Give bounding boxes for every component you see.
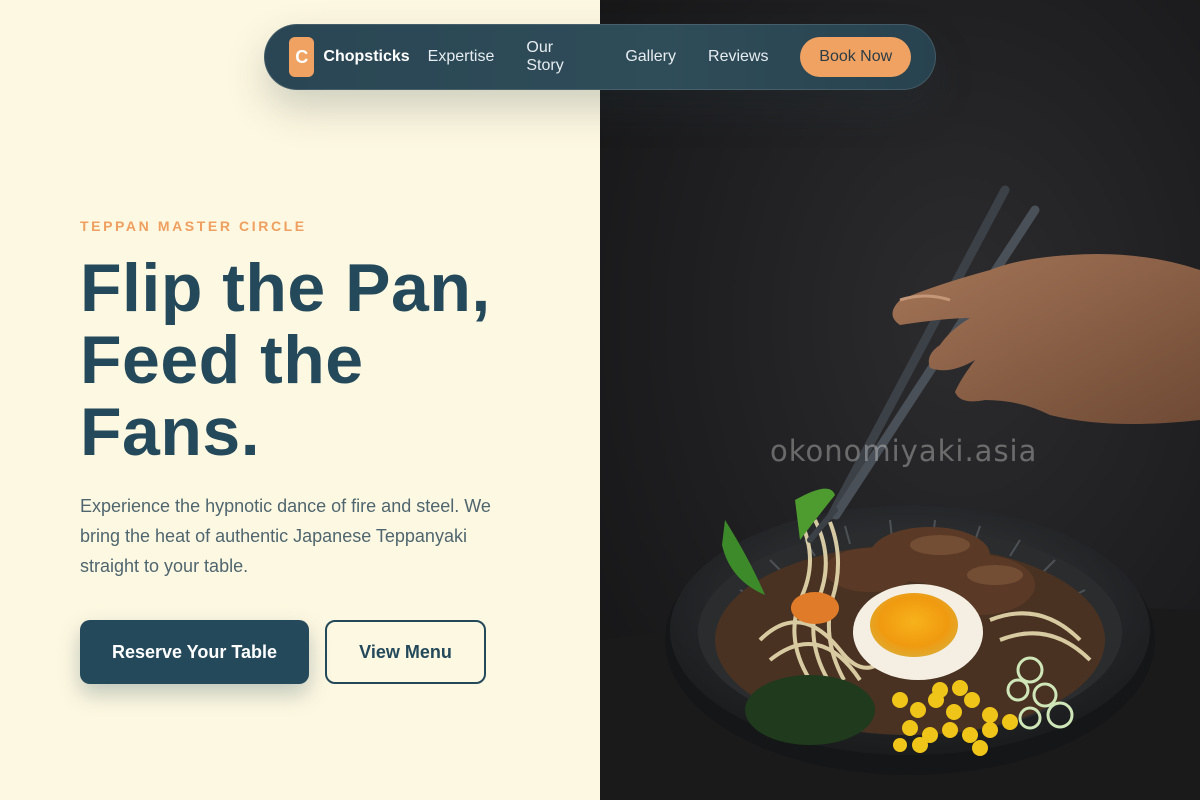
hero-left-panel: TEPPAN MASTER CIRCLE Flip the Pan, Feed …	[0, 0, 600, 800]
hero-description: Experience the hypnotic dance of fire an…	[80, 496, 491, 576]
top-navigation: C Chopsticks Expertise Our Story Gallery…	[264, 24, 936, 90]
hero-eyebrow: TEPPAN MASTER CIRCLE	[80, 218, 307, 234]
brand-name[interactable]: Chopsticks	[323, 48, 409, 66]
headline-line-1: Flip the Pan,	[80, 250, 491, 326]
headline-line-3: Fans.	[80, 394, 261, 470]
view-menu-button[interactable]: View Menu	[325, 620, 486, 684]
book-now-button[interactable]: Book Now	[800, 37, 911, 77]
ramen-bowl-image	[600, 185, 1200, 800]
hero-image-panel: okonomiyaki.asia	[600, 0, 1200, 800]
hero-headline: Flip the Pan, Feed the Fans.	[80, 252, 580, 468]
headline-line-2: Feed the	[80, 322, 364, 398]
reserve-table-button[interactable]: Reserve Your Table	[80, 620, 309, 684]
nav-link-our-story[interactable]: Our Story	[526, 39, 593, 75]
nav-link-gallery[interactable]: Gallery	[625, 48, 676, 66]
logo-icon[interactable]: C	[289, 37, 315, 77]
nav-link-expertise[interactable]: Expertise	[428, 48, 495, 66]
image-watermark: okonomiyaki.asia	[770, 434, 1038, 468]
nav-link-reviews[interactable]: Reviews	[708, 48, 768, 66]
